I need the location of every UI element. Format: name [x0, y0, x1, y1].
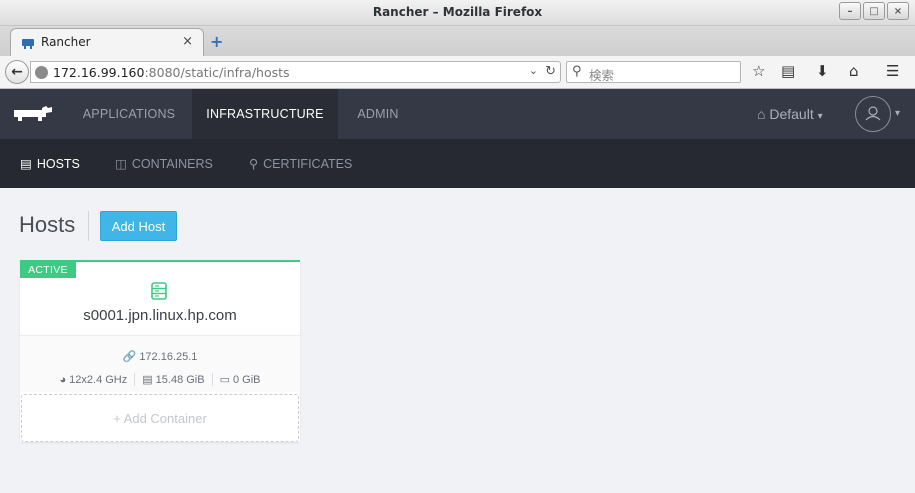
bookmark-star-icon[interactable]: ☆ — [752, 62, 765, 80]
user-icon — [865, 106, 881, 121]
tab-strip: Rancher × + — [0, 26, 915, 56]
window-titlebar: Rancher – Mozilla Firefox – □ × — [0, 0, 915, 26]
url-bar[interactable]: 172.16.99.160:8080/static/infra/hosts ⌄ … — [30, 61, 561, 83]
host-card-header: ACTIVE s0001.jpn.linux.hp.com — [20, 262, 300, 336]
page-title: Hosts — [19, 212, 76, 237]
subnav-containers[interactable]: ◫ CONTAINERS — [115, 156, 213, 172]
memory-icon: ▤ — [142, 374, 153, 386]
url-dropdown-icon[interactable]: ⌄ — [529, 64, 538, 77]
nav-infrastructure[interactable]: INFRASTRUCTURE — [192, 89, 338, 139]
add-container-button[interactable]: + Add Container — [21, 394, 299, 442]
key-icon: ⚲ — [249, 157, 259, 171]
memory-stat: ▤ 15.48 GiB — [134, 373, 211, 386]
cpu-stat: ◕ 12x2.4 GHz — [53, 373, 135, 386]
avatar-caret-icon[interactable]: ▾ — [895, 108, 900, 119]
environment-name: Default — [769, 106, 814, 122]
subnav-certificates-label: CERTIFICATES — [263, 156, 353, 171]
reload-icon[interactable]: ↻ — [545, 64, 556, 79]
host-ip: 🔗 172.16.25.1 — [20, 350, 300, 363]
window-title: Rancher – Mozilla Firefox — [372, 5, 543, 19]
search-placeholder: 検索 — [589, 68, 615, 83]
home-env-icon: ⌂ — [757, 106, 766, 122]
container-icon: ◫ — [115, 157, 127, 171]
search-icon: ⚲ — [572, 64, 582, 79]
server-icon — [151, 282, 167, 300]
minimize-button[interactable]: – — [839, 2, 861, 20]
download-icon[interactable]: ⬇ — [816, 62, 829, 80]
subnav-containers-label: CONTAINERS — [131, 156, 213, 171]
search-input[interactable]: ⚲ 検索 — [566, 61, 741, 83]
url-text[interactable]: 172.16.99.160:8080/static/infra/hosts — [53, 65, 290, 80]
host-card: ACTIVE s0001.jpn.linux.hp.com 🔗 172.16.2… — [20, 260, 300, 442]
status-badge: ACTIVE — [20, 262, 76, 278]
reading-list-icon[interactable]: ▤ — [781, 62, 795, 80]
memory-value: 15.48 GiB — [155, 373, 205, 386]
host-ip-value: 172.16.25.1 — [139, 351, 198, 363]
navigation-bar: ← 172.16.99.160:8080/static/infra/hosts … — [0, 56, 915, 89]
environment-selector[interactable]: ⌂ Default ▾ — [757, 106, 823, 122]
url-host: 172.16.99.160 — [53, 65, 145, 80]
globe-icon — [35, 66, 48, 79]
host-name[interactable]: s0001.jpn.linux.hp.com — [20, 307, 300, 324]
cpu-value: 12x2.4 GHz — [69, 373, 128, 386]
storage-stat: ▭ 0 GiB — [211, 373, 268, 386]
host-stats: ◕ 12x2.4 GHz ▤ 15.48 GiB ▭ 0 GiB — [20, 373, 300, 386]
url-path: :8080/static/infra/hosts — [144, 65, 290, 80]
title-divider — [88, 211, 89, 241]
maximize-button[interactable]: □ — [863, 2, 885, 20]
subnav-certificates[interactable]: ⚲ CERTIFICATES — [249, 156, 353, 172]
add-host-button[interactable]: Add Host — [100, 211, 177, 241]
home-icon[interactable]: ⌂ — [849, 62, 859, 80]
hdd-icon: ▭ — [219, 374, 230, 386]
subnav-hosts[interactable]: ▤ HOSTS — [20, 156, 80, 172]
close-window-button[interactable]: × — [887, 2, 909, 20]
link-icon: 🔗 — [122, 351, 137, 363]
rancher-favicon-icon — [22, 39, 34, 49]
caret-down-icon: ▾ — [817, 111, 823, 122]
tab-close-icon[interactable]: × — [182, 34, 193, 49]
hosts-icon: ▤ — [20, 157, 32, 171]
browser-tab[interactable]: Rancher × — [10, 28, 204, 56]
window-controls: – □ × — [839, 2, 909, 20]
subnav-hosts-label: HOSTS — [36, 156, 80, 171]
tachometer-icon: ◕ — [59, 373, 67, 386]
back-button[interactable]: ← — [5, 60, 29, 84]
menu-icon[interactable]: ☰ — [886, 62, 899, 80]
nav-applications[interactable]: APPLICATIONS — [66, 89, 192, 139]
tab-title: Rancher — [41, 35, 91, 49]
storage-value: 0 GiB — [232, 373, 261, 386]
avatar[interactable] — [855, 96, 891, 132]
nav-admin[interactable]: ADMIN — [338, 89, 418, 139]
rancher-logo-icon[interactable] — [12, 104, 54, 126]
new-tab-button[interactable]: + — [210, 32, 223, 51]
